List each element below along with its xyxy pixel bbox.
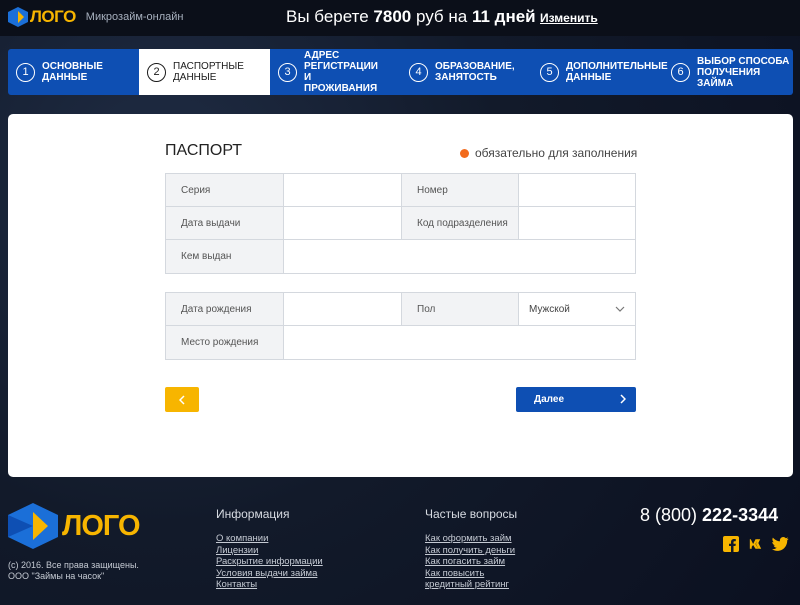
birth-date-input[interactable]: [284, 293, 402, 325]
step-number: 3: [278, 62, 297, 82]
form-row: Дата выдачи Код подразделения: [166, 207, 635, 240]
footer-link[interactable]: Как повысить: [425, 568, 517, 580]
required-note: обязательно для заполнения: [460, 146, 637, 160]
passport-fields: Серия Номер Дата выдачи Код подразделени…: [165, 173, 636, 274]
header-logo-text: ЛОГО: [30, 7, 76, 26]
footer-logo[interactable]: ЛОГО: [8, 503, 141, 549]
footer-link[interactable]: кредитный рейтинг: [425, 579, 517, 591]
vk-icon[interactable]: [747, 535, 764, 552]
required-note-text: обязательно для заполнения: [475, 146, 638, 160]
footer-link[interactable]: Условия выдачи займа: [216, 568, 323, 580]
step-4[interactable]: 4 ОБРАЗОВАНИЕ, ЗАНЯТОСТЬ: [401, 49, 532, 95]
header-logo[interactable]: ЛОГО Микрозайм-онлайн: [8, 7, 184, 27]
step-label: ПАСПОРТНЫЕ ДАННЫЕ: [173, 61, 244, 83]
top-bar: ЛОГО Микрозайм-онлайн Вы берете 7800 руб…: [0, 0, 800, 36]
footer-link[interactable]: О компании: [216, 533, 323, 545]
footer-link[interactable]: Как оформить займ: [425, 533, 517, 545]
number-label: Номер: [402, 174, 519, 206]
step-label: ВЫБОР СПОСОБА ПОЛУЧЕНИЯ ЗАЙМА: [697, 55, 790, 89]
chevron-right-icon: [620, 394, 626, 404]
offer-prefix: Вы берете: [286, 7, 374, 26]
change-offer-link[interactable]: Изменить: [540, 11, 598, 25]
step-label: АДРЕС РЕГИСТРАЦИИ И ПРОЖИВАНИЯ: [304, 50, 378, 94]
dept-code-label: Код подразделения: [402, 207, 519, 239]
footer-link[interactable]: Лицензии: [216, 545, 323, 557]
gender-select-value: Мужской: [529, 303, 570, 315]
footer-logo-text: ЛОГО: [62, 509, 141, 542]
progress-steps: 1 ОСНОВНЫЕ ДАННЫЕ 2 ПАСПОРТНЫЕ ДАННЫЕ 3 …: [8, 49, 793, 95]
required-dot-icon: [460, 148, 469, 158]
gender-select[interactable]: Мужской: [519, 293, 635, 325]
next-button-label: Далее: [534, 394, 565, 405]
footer-link[interactable]: Как погасить займ: [425, 556, 517, 568]
facebook-icon[interactable]: [722, 535, 739, 552]
issue-date-input[interactable]: [284, 207, 402, 239]
footer-info-column: Информация О компании Лицензии Раскрытие…: [216, 507, 323, 591]
step-number: 6: [671, 62, 690, 82]
offer-mid: руб на: [411, 7, 472, 26]
form-row: Дата рождения Пол Мужской: [166, 293, 635, 326]
dept-code-input[interactable]: [519, 207, 635, 239]
form-title: ПАСПОРТ: [165, 142, 243, 159]
issued-by-label: Кем выдан: [166, 240, 284, 273]
step-3[interactable]: 3 АДРЕС РЕГИСТРАЦИИ И ПРОЖИВАНИЯ: [270, 49, 401, 95]
back-button[interactable]: [165, 387, 199, 412]
step-6[interactable]: 6 ВЫБОР СПОСОБА ПОЛУЧЕНИЯ ЗАЙМА: [663, 49, 793, 95]
phone-prefix: 8 (800): [640, 505, 703, 525]
footer-link[interactable]: Контакты: [216, 579, 323, 591]
header-tagline: Микрозайм-онлайн: [85, 11, 184, 23]
chevron-left-icon: [179, 394, 185, 405]
gender-label: Пол: [402, 293, 519, 325]
copyright: (c) 2016. Все права защищены. ООО "Займы…: [8, 560, 139, 582]
step-label: ОБРАЗОВАНИЕ, ЗАНЯТОСТЬ: [435, 61, 515, 83]
loan-offer-text: Вы берете 7800 руб на 11 дней: [286, 7, 536, 27]
issue-date-label: Дата выдачи: [166, 207, 284, 239]
number-input[interactable]: [519, 174, 635, 206]
step-label: ДОПОЛНИТЕЛЬНЫЕ ДАННЫЕ: [566, 61, 668, 83]
step-2[interactable]: 2 ПАСПОРТНЫЕ ДАННЫЕ: [139, 49, 270, 95]
series-label: Серия: [166, 174, 284, 206]
step-number: 5: [540, 62, 559, 82]
phone-number[interactable]: 8 (800) 222-3344: [640, 505, 778, 526]
footer-faq-column: Частые вопросы Как оформить займ Как пол…: [425, 507, 517, 591]
next-button[interactable]: Далее: [516, 387, 636, 412]
footer-link[interactable]: Раскрытие информации: [216, 556, 323, 568]
footer-link[interactable]: Как получить деньги: [425, 545, 517, 557]
form-row: Кем выдан: [166, 240, 635, 273]
offer-days: 11 дней: [471, 7, 536, 26]
step-5[interactable]: 5 ДОПОЛНИТЕЛЬНЫЕ ДАННЫЕ: [532, 49, 668, 95]
issued-by-input[interactable]: [284, 240, 635, 273]
birth-place-label: Место рождения: [166, 326, 284, 359]
logo-mark-icon: [8, 503, 58, 549]
series-input[interactable]: [284, 174, 402, 206]
footer-faq-title: Частые вопросы: [425, 507, 518, 521]
social-links: [722, 535, 797, 552]
birth-fields: Дата рождения Пол Мужской Место рождения: [165, 292, 636, 360]
step-number: 1: [16, 62, 35, 82]
copyright-line: (c) 2016. Все права защищены.: [8, 560, 139, 570]
step-number: 4: [409, 62, 428, 82]
form-row: Серия Номер: [166, 174, 635, 207]
twitter-icon[interactable]: [772, 535, 789, 552]
phone-main: 222-3344: [702, 505, 779, 525]
company-name: ООО "Займы на часок": [8, 571, 105, 581]
chevron-down-icon: [615, 306, 625, 312]
birth-place-input[interactable]: [284, 326, 635, 359]
offer-amount: 7800: [373, 7, 412, 26]
birth-date-label: Дата рождения: [166, 293, 284, 325]
step-label: ОСНОВНЫЕ ДАННЫЕ: [42, 61, 103, 83]
footer-info-title: Информация: [216, 507, 290, 521]
passport-form-card: ПАСПОРТ обязательно для заполнения Серия…: [8, 114, 793, 477]
step-number: 2: [147, 62, 166, 82]
logo-mark-icon: [8, 7, 28, 27]
step-1[interactable]: 1 ОСНОВНЫЕ ДАННЫЕ: [8, 49, 139, 95]
form-row: Место рождения: [166, 326, 635, 359]
